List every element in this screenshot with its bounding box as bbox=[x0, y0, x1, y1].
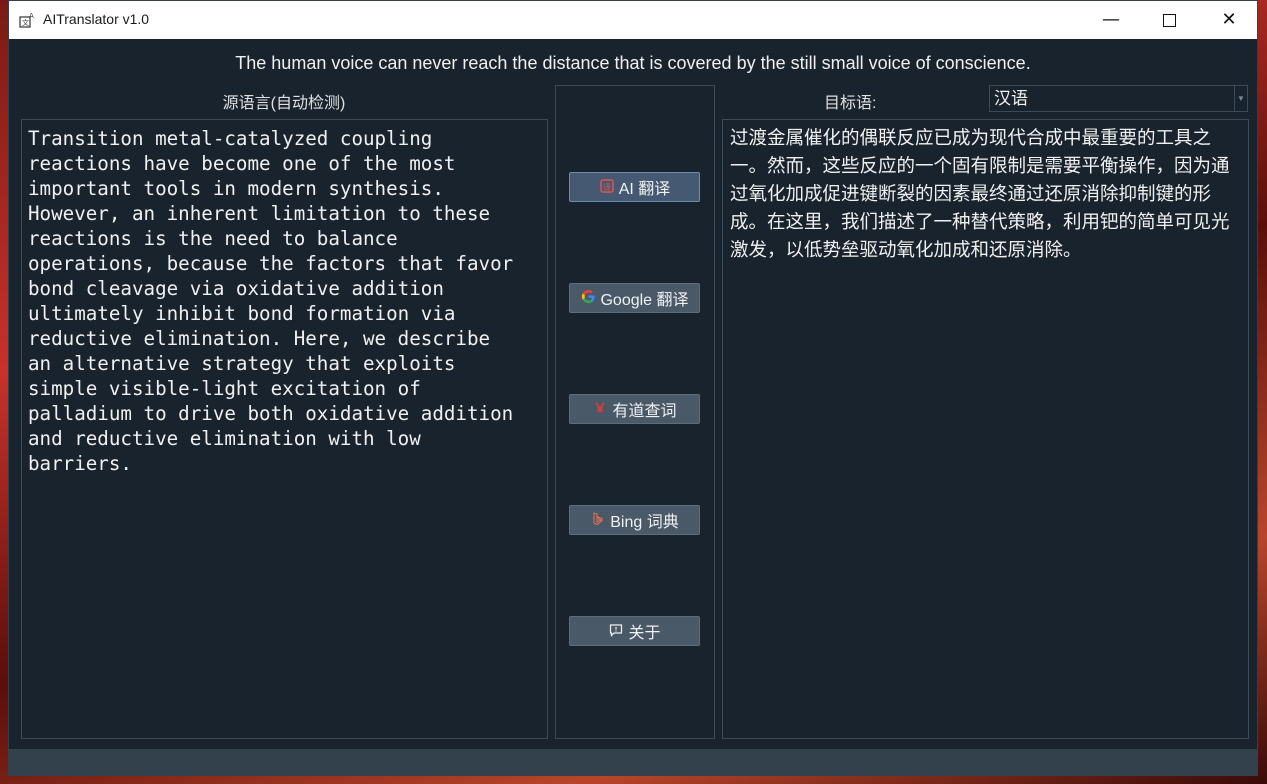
youdao-lookup-button[interactable]: 有道查词 bbox=[569, 394, 700, 424]
svg-text:译: 译 bbox=[603, 183, 611, 192]
action-button-panel: 译 AI 翻译 Google 翻译 有道查词 Bing 词典 关于 bbox=[555, 85, 715, 739]
bing-dictionary-button[interactable]: Bing 词典 bbox=[569, 505, 700, 535]
google-icon bbox=[580, 289, 596, 307]
bing-dictionary-label: Bing 词典 bbox=[610, 514, 679, 531]
close-button[interactable]: ✕ bbox=[1199, 1, 1259, 39]
google-translate-label: Google 翻译 bbox=[600, 292, 689, 309]
about-button[interactable]: 关于 bbox=[569, 616, 700, 646]
target-text-output[interactable]: 过渡金属催化的偶联反应已成为现代合成中最重要的工具之一。然而，这些反应的一个固有… bbox=[722, 119, 1249, 739]
quote-banner: The human voice can never reach the dist… bbox=[235, 53, 1031, 73]
target-language-label: 目标语: bbox=[824, 95, 877, 112]
youdao-lookup-label: 有道查词 bbox=[612, 403, 677, 420]
close-icon: ✕ bbox=[1221, 9, 1237, 30]
title-bar[interactable]: 文A AITranslator v1.0 — ✕ bbox=[9, 1, 1257, 39]
ai-translate-icon: 译 bbox=[599, 178, 615, 196]
about-label: 关于 bbox=[628, 625, 661, 642]
window-title: AITranslator v1.0 bbox=[43, 11, 150, 27]
app-window: 文A AITranslator v1.0 — ✕ The human voice… bbox=[8, 0, 1258, 776]
svg-text:A: A bbox=[29, 12, 34, 20]
ai-translate-button[interactable]: 译 AI 翻译 bbox=[569, 172, 700, 202]
app-translate-icon: 文A bbox=[19, 11, 35, 29]
maximize-icon bbox=[1162, 13, 1176, 27]
target-language-value: 汉语 bbox=[994, 89, 1028, 108]
maximize-button[interactable] bbox=[1139, 1, 1199, 39]
google-translate-button[interactable]: Google 翻译 bbox=[569, 283, 700, 313]
target-language-select[interactable]: 汉语 ▼ bbox=[989, 85, 1248, 112]
minimize-button[interactable]: — bbox=[1081, 1, 1141, 39]
bing-icon bbox=[590, 511, 606, 529]
youdao-icon bbox=[592, 401, 608, 418]
minimize-icon: — bbox=[1102, 9, 1120, 30]
status-bar bbox=[9, 749, 1257, 776]
source-text-editor[interactable]: Transition metal-catalyzed coupling reac… bbox=[21, 119, 548, 739]
chevron-down-icon[interactable]: ▼ bbox=[1234, 86, 1247, 111]
message-icon bbox=[608, 623, 624, 640]
ai-translate-label: AI 翻译 bbox=[618, 181, 671, 198]
svg-text:文: 文 bbox=[22, 18, 29, 27]
source-language-label: 源语言(自动检测) bbox=[222, 95, 346, 112]
